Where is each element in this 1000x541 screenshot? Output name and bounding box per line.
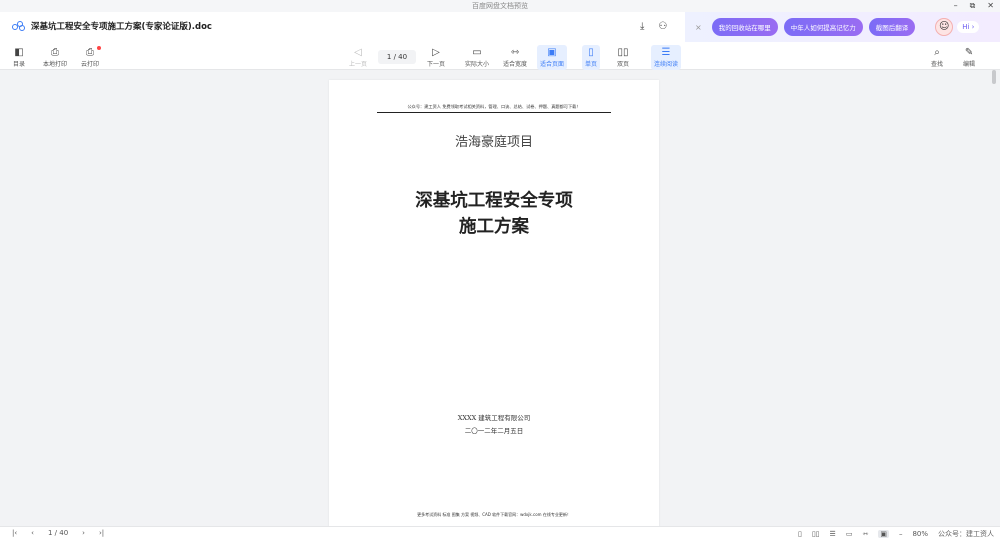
actual-size-label: 实际大小 [465, 61, 490, 68]
arrow-right-circle-icon: ▷ [432, 47, 440, 58]
title-line-2: 施工方案 [459, 217, 529, 237]
doc-title-area: 深基坑工程安全专项施工方案(专家论证版).doc [12, 20, 212, 32]
project-name: 浩海豪庭项目 [454, 135, 533, 150]
watermark-text: 公众号：建工资人 [938, 530, 994, 538]
window-titlebar: 百度网盘文档预览 – ⧉ ✕ [0, 0, 1000, 12]
baidu-netdisk-logo-icon [12, 21, 25, 31]
edit-label: 编辑 [963, 61, 976, 68]
toc-button[interactable]: ◧ 目录 [10, 45, 28, 70]
ai-assistant-bar: × 我的回收站在哪里 中年人如何提高记忆力 截图后翻译 ☺ Hi › [685, 12, 1000, 42]
close-button[interactable]: ✕ [987, 0, 994, 12]
fit-page-label: 适合页面 [540, 61, 565, 68]
search-button[interactable]: ⌕ 查找 [928, 45, 946, 70]
pencil-icon: ✎ [964, 47, 974, 58]
document-page: 公众号：建工资人 免费领取考试相关资料，管理、口诀、总结、试卷、押题、真题都可下… [329, 80, 659, 526]
actual-size-icon: ▭ [472, 47, 482, 58]
double-page-view-icon[interactable]: ▯▯ [812, 530, 820, 538]
single-page-view-icon[interactable]: ▯ [798, 530, 802, 538]
vertical-scrollbar[interactable] [992, 70, 996, 84]
fit-width-view-icon[interactable]: ⇿ [862, 530, 868, 538]
page-number-input[interactable]: 1 / 40 [378, 50, 416, 64]
title-line-1: 深基坑工程安全专项 [415, 191, 573, 211]
doc-title: 深基坑工程安全专项施工方案(专家论证版).doc [31, 22, 212, 32]
cloud-print-button[interactable]: ⎙ 云打印 [78, 45, 102, 70]
page-footer-text: 更多考试资料 标准 图集 方案 视频、CAD 软件下载官网：wdxjk.com … [417, 512, 571, 517]
ai-avatar-icon[interactable]: ☺ [935, 18, 954, 36]
fit-width-label: 适合宽度 [503, 61, 528, 68]
document-date: 二〇一二年二月五日 [464, 427, 524, 435]
restore-button[interactable]: ⧉ [970, 0, 976, 12]
double-page-button[interactable]: ▯▯ 双页 [614, 45, 632, 70]
single-page-icon: ▯ [588, 47, 594, 58]
document-main-title: 深基坑工程安全专项 施工方案 [329, 188, 659, 240]
edit-button[interactable]: ✎ 编辑 [960, 45, 978, 70]
single-page-button[interactable]: ▯ 单页 [582, 45, 601, 70]
zoom-out-icon[interactable]: – [899, 530, 903, 538]
viewer-toolbar: ◧ 目录 ⎙ 本地打印 ⎙ 云打印 ◁ 上一页 1 / 40 ▷ 下一页 ▭ 实… [0, 42, 1000, 70]
fit-width-icon: ⇿ [510, 47, 520, 58]
window-controls: – ⧉ ✕ [954, 0, 994, 12]
sidebar-icon: ◧ [14, 47, 24, 58]
ai-suggestion-pill[interactable]: 中年人如何提高记忆力 [783, 18, 863, 36]
continuous-view-icon[interactable]: ☰ [830, 530, 836, 538]
document-viewport[interactable]: 公众号：建工资人 免费领取考试相关资料，管理、口诀、总结、试卷、押题、真题都可下… [0, 70, 1000, 526]
prev-page-icon[interactable]: ‹ [31, 529, 34, 537]
single-page-label: 单页 [585, 61, 598, 68]
view-controls: ▯ ▯▯ ☰ ▭ ⇿ ▣ – 80% 公众号：建工资人 [798, 529, 994, 539]
cloud-print-label: 云打印 [81, 61, 100, 68]
arrow-left-circle-icon: ◁ [354, 47, 362, 58]
fit-page-view-icon[interactable]: ▣ [878, 530, 889, 538]
cloud-printer-icon: ⎙ [86, 47, 94, 58]
company-name: XXXX 建筑工程有限公司 [457, 414, 531, 422]
prev-page-label: 上一页 [349, 61, 368, 68]
ai-greeting[interactable]: Hi › [957, 21, 980, 33]
window-title: 百度网盘文档预览 [472, 2, 528, 10]
search-label: 查找 [931, 61, 944, 68]
first-page-icon[interactable]: |‹ [12, 529, 17, 537]
fit-page-icon: ▣ [547, 47, 557, 58]
next-page-icon[interactable]: › [82, 529, 85, 537]
actual-size-button[interactable]: ▭ 实际大小 [462, 45, 492, 70]
ai-suggestion-pill[interactable]: 我的回收站在哪里 [711, 18, 778, 36]
fit-page-button[interactable]: ▣ 适合页面 [537, 45, 568, 70]
company-block: XXXX 建筑工程有限公司 二〇一二年二月五日 [329, 412, 659, 438]
printer-icon: ⎙ [51, 47, 59, 58]
fit-width-button[interactable]: ⇿ 适合宽度 [500, 45, 530, 70]
ai-suggestion-pill[interactable]: 截图后翻译 [868, 18, 916, 36]
next-page-label: 下一页 [427, 61, 446, 68]
actual-size-view-icon[interactable]: ▭ [846, 530, 853, 538]
double-page-icon: ▯▯ [617, 47, 629, 58]
zoom-level[interactable]: 80% [912, 530, 928, 538]
continuous-icon: ☰ [661, 47, 671, 58]
local-print-button[interactable]: ⎙ 本地打印 [40, 45, 70, 70]
continuous-read-button[interactable]: ☰ 连续阅读 [651, 45, 682, 70]
prev-page-button[interactable]: ◁ 上一页 [346, 45, 370, 70]
share-icon[interactable]: ⚇ [658, 21, 667, 32]
toc-label: 目录 [13, 61, 26, 68]
status-page-indicator[interactable]: 1 / 40 [48, 529, 68, 537]
header-actions: ⤓ ⚇ [640, 21, 667, 32]
download-icon[interactable]: ⤓ [640, 21, 644, 32]
ai-bar-close-button[interactable]: × [695, 23, 702, 32]
double-page-label: 双页 [617, 61, 630, 68]
search-icon: ⌕ [934, 47, 940, 58]
minimize-button[interactable]: – [954, 0, 958, 12]
status-bar: |‹ ‹ 1 / 40 › ›| ▯ ▯▯ ☰ ▭ ⇿ ▣ – 80% 公众号：… [0, 526, 1000, 541]
page-header-text: 公众号：建工资人 免费领取考试相关资料，管理、口诀、总结、试卷、押题、真题都可下… [377, 104, 611, 113]
last-page-icon[interactable]: ›| [99, 529, 104, 537]
continuous-label: 连续阅读 [654, 61, 679, 68]
local-print-label: 本地打印 [43, 61, 68, 68]
next-page-button[interactable]: ▷ 下一页 [424, 45, 448, 70]
document-header: 深基坑工程安全专项施工方案(专家论证版).doc ⤓ ⚇ × 我的回收站在哪里 … [0, 12, 1000, 42]
notification-dot [97, 46, 102, 50]
page-navigation: |‹ ‹ 1 / 40 › ›| [12, 529, 104, 537]
